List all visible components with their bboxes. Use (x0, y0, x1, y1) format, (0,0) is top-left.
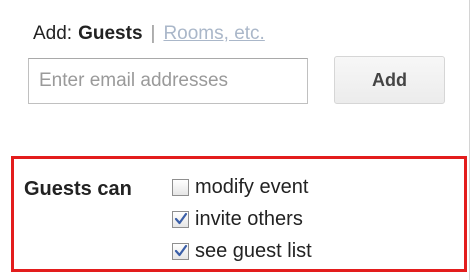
invite-others-label: invite others (195, 208, 303, 230)
tab-separator: | (150, 23, 156, 44)
option-modify-event[interactable]: modify event (172, 176, 308, 199)
checkmark-icon (174, 244, 188, 257)
modify-event-checkbox[interactable] (172, 179, 189, 196)
option-see-guest-list[interactable]: see guest list (172, 240, 312, 263)
email-addresses-input[interactable] (28, 58, 308, 104)
guest-permissions-box: Guests can modify event invite others se… (11, 156, 467, 272)
checkmark-icon (174, 212, 188, 225)
tab-guests[interactable]: Guests (78, 23, 142, 44)
modify-event-label: modify event (195, 176, 309, 198)
add-label: Add: (33, 23, 73, 44)
invite-others-checkbox[interactable] (172, 211, 189, 228)
add-button[interactable]: Add (334, 56, 445, 104)
guests-can-label: Guests can (24, 178, 132, 200)
tab-rooms-link[interactable]: Rooms, etc. (163, 23, 264, 44)
option-invite-others[interactable]: invite others (172, 208, 303, 231)
add-tab-row: Add: Guests | Rooms, etc. (33, 22, 265, 46)
add-guests-panel: Add:Guests | Rooms, etc. Add Guests can mo… (0, 0, 470, 280)
see-guest-list-checkbox[interactable] (172, 243, 189, 260)
see-guest-list-label: see guest list (195, 240, 312, 262)
